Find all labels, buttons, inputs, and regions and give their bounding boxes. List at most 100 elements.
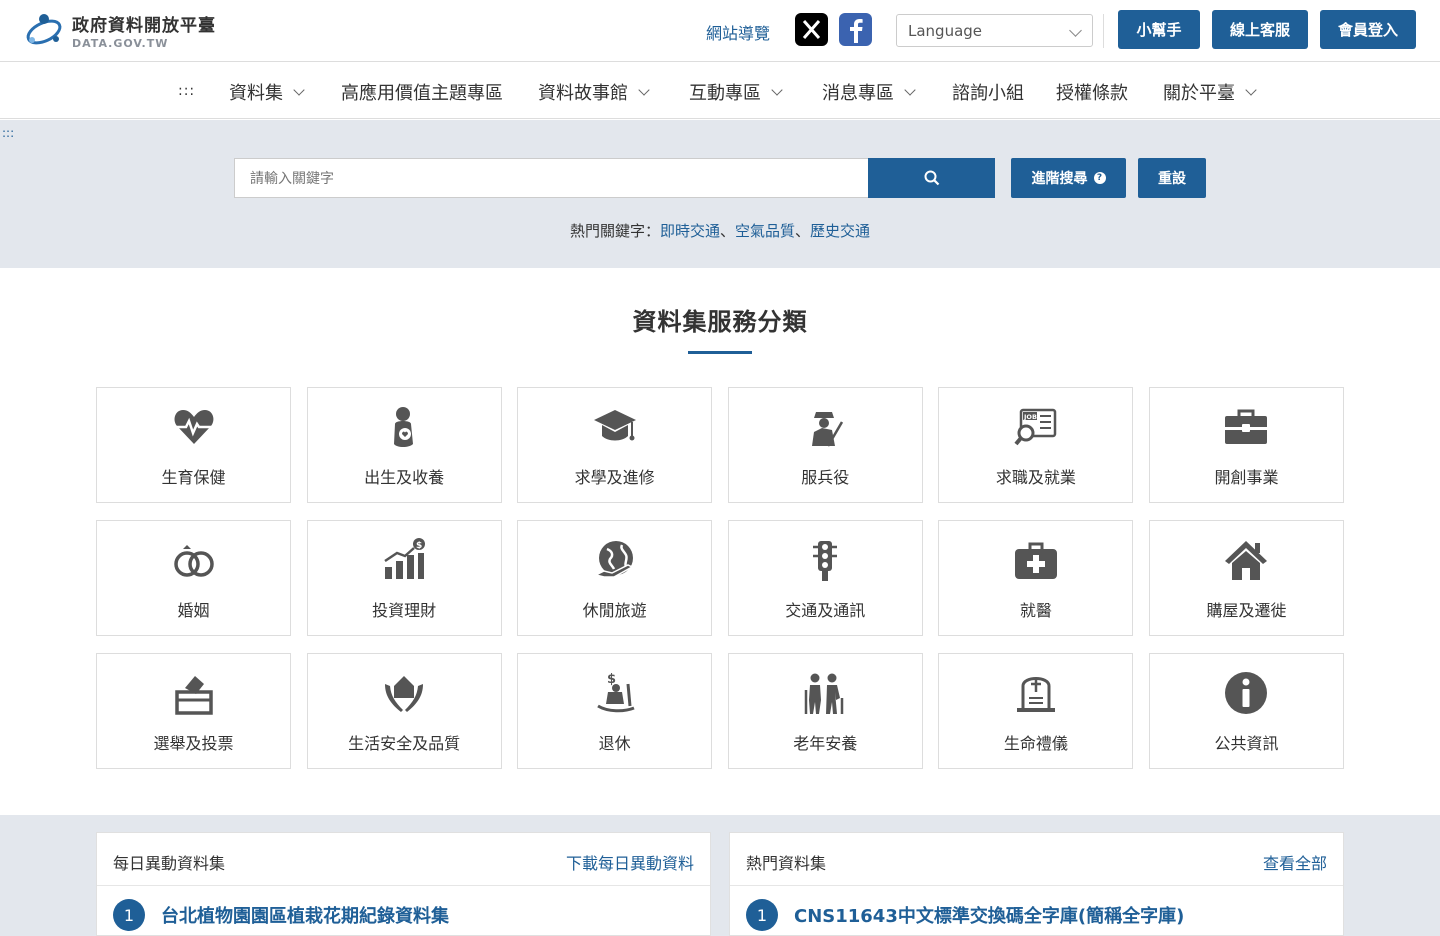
category-card[interactable]: 選舉及投票 [96, 653, 291, 769]
logo-subtitle: DATA.GOV.TW [72, 36, 169, 50]
category-label: 婚姻 [177, 601, 210, 620]
category-card[interactable]: 公共資訊 [1148, 653, 1344, 769]
category-card[interactable]: 婚姻 [96, 520, 291, 636]
search-button[interactable] [868, 158, 995, 198]
graduation-cap-icon [593, 410, 636, 441]
category-card[interactable]: 求學及進修 [517, 387, 713, 503]
category-card[interactable]: 購屋及遷徙 [1148, 520, 1344, 636]
keyword-separator: 、 [795, 222, 811, 240]
ballot-box-icon [174, 676, 213, 715]
content-accesskey-dots[interactable]: ::: [2, 126, 14, 140]
category-card[interactable]: 生命禮儀 [938, 653, 1134, 769]
top-header: 政府資料開放平臺 DATA.GOV.TW 網站導覽 Language 小幫手 線… [0, 0, 1440, 62]
advanced-search-label: 進階搜尋 [1031, 171, 1088, 187]
hot-keyword-link[interactable]: 空氣品質 [735, 222, 795, 240]
medical-kit-icon [1014, 542, 1057, 579]
category-label: 生活安全及品質 [348, 734, 461, 753]
menu-item-label: 高應用價值主題專區 [341, 83, 503, 104]
popular-datasets-panel: 熱門資料集 查看全部 1 CNS11643中文標準交換碼全字庫(簡稱全字庫) [729, 832, 1344, 936]
rank-badge: 1 [113, 899, 145, 931]
tombstone-icon [1016, 677, 1055, 712]
advanced-search-button[interactable]: 進階搜尋 ? [1011, 158, 1126, 198]
menu-item-advisory[interactable]: 諮詢小組 [952, 79, 1024, 105]
section-title: 資料集服務分類 [632, 308, 808, 336]
menu-item-label: 授權條款 [1056, 83, 1128, 104]
category-label: 求職及就業 [995, 468, 1076, 487]
chevron-down-icon [638, 83, 650, 96]
header-divider [1103, 14, 1104, 48]
hot-keyword-link[interactable]: 即時交通 [660, 222, 720, 240]
facebook-icon[interactable] [839, 13, 872, 46]
logo-mark-icon [26, 14, 62, 45]
soldier-icon [812, 412, 844, 447]
globe-plane-icon [593, 541, 634, 578]
category-card[interactable]: JOB 求職及就業 [938, 387, 1134, 503]
menu-item-interactive[interactable]: 互動專區 [689, 79, 783, 105]
category-card[interactable]: 出生及收養 [306, 387, 502, 503]
rank-badge: 1 [746, 899, 778, 931]
house-icon [1225, 541, 1268, 580]
download-daily-link[interactable]: 下載每日異動資料 [566, 850, 694, 874]
chevron-down-icon [1245, 83, 1257, 96]
list-item[interactable]: 1 台北植物園園區植栽花期紀錄資料集 [113, 899, 449, 931]
x-twitter-icon[interactable] [795, 13, 828, 46]
panel-title: 熱門資料集 [746, 854, 827, 873]
assistant-button[interactable]: 小幫手 [1118, 10, 1200, 49]
category-card[interactable]: 老年安養 [727, 653, 923, 769]
chevron-down-icon [293, 83, 305, 96]
category-card[interactable]: 休閒旅遊 [517, 520, 713, 636]
language-select[interactable]: Language [896, 14, 1093, 47]
menu-item-about[interactable]: 關於平臺 [1163, 79, 1257, 105]
category-label: 交通及通訊 [785, 601, 866, 620]
dataset-link[interactable]: CNS11643中文標準交換碼全字庫(簡稱全字庫) [794, 902, 1184, 928]
category-label: 選舉及投票 [153, 734, 234, 753]
menu-item-label: 諮詢小組 [952, 83, 1024, 104]
svg-text:$: $ [416, 541, 422, 551]
category-card[interactable]: 交通及通訊 [727, 520, 923, 636]
menu-item-license[interactable]: 授權條款 [1056, 79, 1128, 105]
hot-keyword-link[interactable]: 歷史交通 [810, 222, 870, 240]
category-label: 老年安養 [793, 734, 858, 753]
site-logo[interactable]: 政府資料開放平臺 DATA.GOV.TW [22, 10, 216, 50]
menu-accesskey-dots[interactable]: ::: [178, 83, 195, 99]
section-title-underline [688, 351, 752, 354]
category-label: 休閒旅遊 [582, 601, 647, 620]
category-label: 服兵役 [801, 468, 850, 487]
main-menu: ::: 資料集 高應用價值主題專區 資料故事館 互動專區 消息專區 諮詢小組 授… [0, 63, 1440, 119]
menu-item-label: 消息專區 [822, 83, 894, 104]
category-card[interactable]: 生育保健 [96, 387, 291, 503]
menu-item-high-value[interactable]: 高應用價值主題專區 [341, 79, 503, 105]
menu-item-label: 互動專區 [689, 83, 761, 104]
briefcase-icon [1225, 409, 1268, 444]
heartbeat-icon [173, 410, 214, 444]
online-service-button[interactable]: 線上客服 [1212, 10, 1308, 49]
category-card[interactable]: 服兵役 [727, 387, 923, 503]
category-card[interactable]: 生活安全及品質 [306, 653, 502, 769]
dataset-link[interactable]: 台北植物園園區植栽花期紀錄資料集 [161, 902, 449, 928]
reset-button[interactable]: 重設 [1138, 158, 1206, 198]
info-icon [1225, 672, 1268, 714]
category-label: 求學及進修 [574, 468, 655, 487]
category-card[interactable]: $ 投資理財 [306, 520, 502, 636]
menu-item-datasets[interactable]: 資料集 [229, 79, 305, 105]
menu-item-news[interactable]: 消息專區 [822, 79, 916, 105]
category-card[interactable]: 就醫 [938, 520, 1134, 636]
panel-header: 熱門資料集 查看全部 [730, 833, 1343, 886]
category-card[interactable]: $ 退休 [517, 653, 713, 769]
hot-keywords: 熱門關鍵字：即時交通、空氣品質、歷史交通 [0, 220, 1440, 241]
panel-title: 每日異動資料集 [113, 854, 226, 873]
category-label: 生育保健 [161, 468, 226, 487]
menu-item-data-stories[interactable]: 資料故事館 [538, 79, 650, 105]
question-icon: ? [1093, 172, 1106, 184]
category-label: 出生及收養 [364, 468, 445, 487]
view-all-link[interactable]: 查看全部 [1263, 850, 1327, 874]
category-grid: 生育保健 出生及收養 求學及進修 服兵役 JOB 求職及就業 開創事業 婚姻 $… [96, 387, 1344, 769]
member-login-button[interactable]: 會員登入 [1320, 10, 1416, 49]
investment-chart-icon: $ [384, 538, 426, 579]
site-map-link[interactable]: 網站導覽 [706, 20, 770, 44]
list-item[interactable]: 1 CNS11643中文標準交換碼全字庫(簡稱全字庫) [746, 899, 1184, 931]
category-card[interactable]: 開創事業 [1148, 387, 1344, 503]
menu-item-label: 資料集 [229, 83, 283, 104]
keyword-separator: 、 [719, 222, 735, 240]
search-input[interactable] [234, 158, 868, 198]
